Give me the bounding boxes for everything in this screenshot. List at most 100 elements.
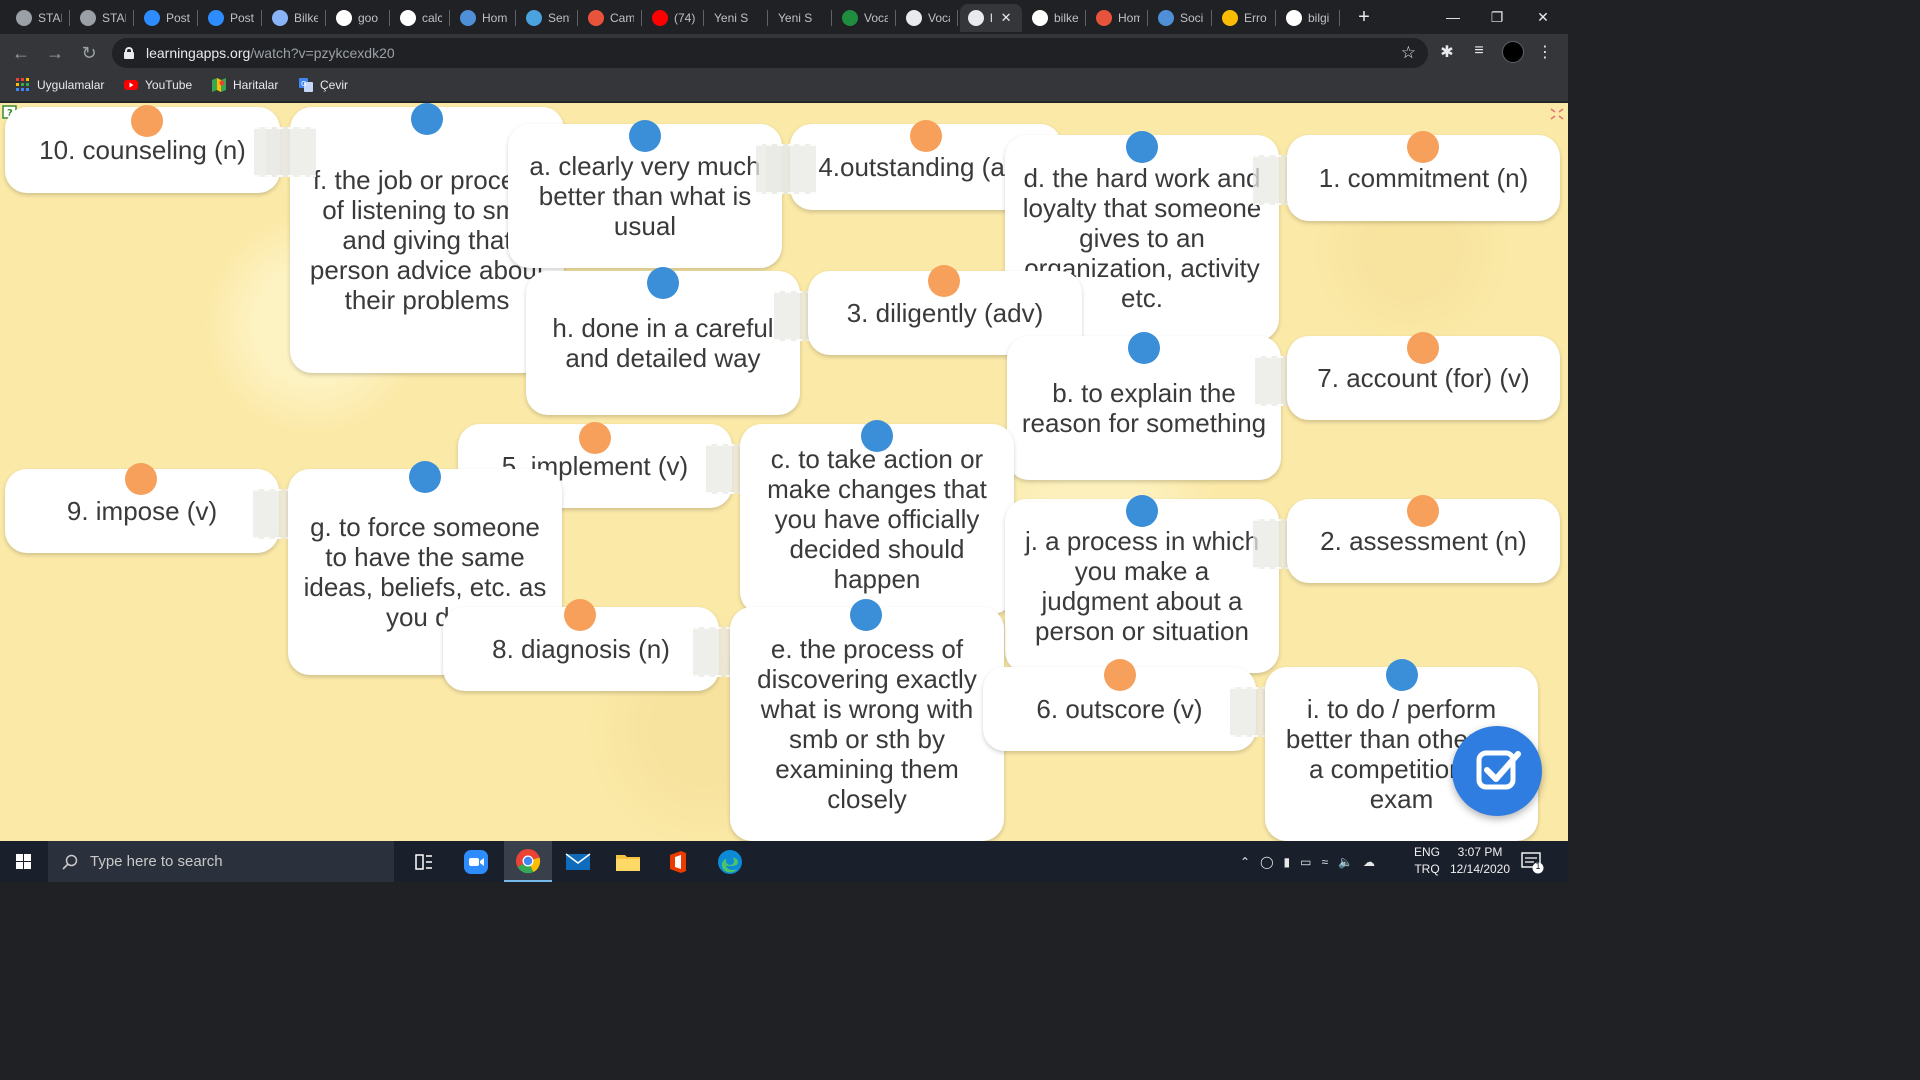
microphone-icon[interactable]: ▮ (1284, 855, 1291, 869)
taskbar-chrome[interactable] (504, 841, 552, 882)
taskbar-zoom[interactable] (452, 841, 500, 882)
browser-tab[interactable]: goo (328, 4, 390, 32)
orange-pin-dot[interactable] (1104, 659, 1136, 691)
browser-tab[interactable]: Post (200, 4, 262, 32)
browser-tab[interactable]: Erro (1214, 4, 1276, 32)
clock[interactable]: 3:07 PM 12/14/2020 (1446, 844, 1514, 878)
bookmark-label: Çevir (320, 78, 349, 92)
browser-tab[interactable]: STAI (72, 4, 134, 32)
tape-connector (766, 144, 816, 194)
taskbar-search-box[interactable]: Type here to search (48, 841, 394, 882)
browser-tab[interactable]: Yeni Sek (770, 4, 832, 32)
orange-pin-dot[interactable] (1407, 332, 1439, 364)
extensions-puzzle-icon[interactable]: ✱ (1436, 42, 1458, 62)
wifi-icon[interactable]: ≈ (1321, 855, 1328, 869)
notification-count: 1 (1535, 861, 1541, 871)
chevron-up-icon[interactable]: ⌃ (1240, 855, 1250, 869)
card-text: c. to take action or make changes that y… (767, 444, 987, 594)
matching-card-e[interactable]: e. the process of discovering exactly wh… (730, 607, 1004, 841)
check-answers-button[interactable] (1452, 726, 1542, 816)
blue-pin-dot[interactable] (411, 103, 443, 135)
orange-pin-dot[interactable] (928, 265, 960, 297)
orange-pin-dot[interactable] (1407, 495, 1439, 527)
media-queue-icon[interactable]: ≡ (1468, 42, 1490, 60)
orange-pin-dot[interactable] (125, 463, 157, 495)
onedrive-cloud-icon[interactable]: ☁ (1363, 855, 1375, 869)
blue-pin-dot[interactable] (647, 267, 679, 299)
blue-pin-dot[interactable] (629, 120, 661, 152)
blue-pin-dot[interactable] (1386, 659, 1418, 691)
bookmark-star-icon[interactable]: ☆ (1401, 43, 1416, 63)
browser-tab[interactable]: Hom (1088, 4, 1148, 32)
tab-separator (895, 10, 896, 26)
volume-icon[interactable]: 🔈 (1338, 855, 1353, 869)
maximize-button[interactable]: ❐ (1474, 4, 1520, 30)
tab-title: Voca (864, 11, 888, 25)
menu-kebab-icon[interactable]: ⋮ (1534, 42, 1556, 62)
browser-tab[interactable]: l ✕ (960, 4, 1022, 32)
tab-separator (957, 10, 958, 26)
taskbar-mail[interactable] (554, 841, 602, 882)
tab-title: Hom (482, 11, 508, 25)
tab-separator (515, 10, 516, 26)
blue-pin-dot[interactable] (1126, 131, 1158, 163)
lock-icon (124, 47, 134, 59)
orange-pin-dot[interactable] (564, 599, 596, 631)
bookmark-apps[interactable]: Uygulamalar (16, 78, 104, 92)
meet-now-icon[interactable]: ◯ (1260, 855, 1273, 869)
back-arrow-icon[interactable]: ← (8, 40, 34, 66)
browser-tab[interactable]: Post (136, 4, 198, 32)
browser-tab[interactable]: Voca (834, 4, 896, 32)
browser-tab[interactable]: calc (392, 4, 450, 32)
browser-tab[interactable]: Soci (1150, 4, 1212, 32)
notification-center-button[interactable]: 1 (1520, 850, 1544, 874)
browser-tab[interactable]: Cam (580, 4, 642, 32)
browser-tab[interactable]: Yeni Sek (706, 4, 768, 32)
tab-separator (449, 10, 450, 26)
blue-pin-dot[interactable] (1126, 495, 1158, 527)
blue-pin-dot[interactable] (409, 461, 441, 493)
forward-arrow-icon[interactable]: → (42, 40, 68, 66)
close-tab-icon[interactable]: ✕ (1001, 10, 1012, 26)
taskbar-edge[interactable] (706, 841, 754, 882)
bookmark-youtube[interactable]: YouTube (124, 78, 192, 92)
browser-tab[interactable]: Hom (452, 4, 516, 32)
taskbar-office[interactable] (654, 841, 702, 882)
browser-tab[interactable]: bilgi (1278, 4, 1340, 32)
tab-title: Post (166, 11, 190, 25)
taskbar-file-explorer[interactable] (604, 841, 652, 882)
browser-tab[interactable]: (74) (644, 4, 704, 32)
close-window-button[interactable]: ✕ (1520, 4, 1566, 30)
bookmark-translate[interactable]: G Çevir (299, 78, 348, 92)
blue-pin-dot[interactable] (861, 420, 893, 452)
orange-pin-dot[interactable] (1407, 131, 1439, 163)
bookmark-maps[interactable]: Haritalar (212, 78, 278, 92)
fullscreen-icon[interactable] (1550, 108, 1564, 120)
tab-separator (577, 10, 578, 26)
orange-pin-dot[interactable] (579, 422, 611, 454)
windows-logo-icon (16, 854, 31, 869)
blue-pin-dot[interactable] (1128, 332, 1160, 364)
new-tab-button[interactable]: + (1352, 6, 1376, 30)
minimize-button[interactable]: — (1430, 4, 1476, 30)
browser-tab[interactable]: Bilke (264, 4, 326, 32)
browser-tab[interactable]: Sent (518, 4, 578, 32)
address-bar[interactable]: learningapps.org/watch?v=pzykcexdk20 ☆ (112, 38, 1428, 68)
input-language[interactable]: ENG TRQ (1410, 844, 1444, 878)
reload-icon[interactable]: ↻ (76, 40, 102, 66)
start-button[interactable] (0, 841, 48, 882)
tab-title: STAI (38, 11, 62, 25)
matching-card-c[interactable]: c. to take action or make changes that y… (740, 424, 1014, 614)
orange-pin-dot[interactable] (910, 120, 942, 152)
profile-avatar[interactable] (1502, 41, 1524, 63)
blue-pin-dot[interactable] (850, 599, 882, 631)
browser-tab[interactable]: STAI (8, 4, 70, 32)
browser-tab[interactable]: bilke (1024, 4, 1086, 32)
tab-separator (197, 10, 198, 26)
task-view-button[interactable] (400, 841, 448, 882)
browser-tab[interactable]: Voca (898, 4, 958, 32)
orange-pin-dot[interactable] (131, 105, 163, 137)
card-text: 2. assessment (n) (1320, 526, 1527, 556)
zoom-app-icon (464, 849, 488, 874)
battery-icon[interactable]: ▭ (1300, 855, 1311, 869)
